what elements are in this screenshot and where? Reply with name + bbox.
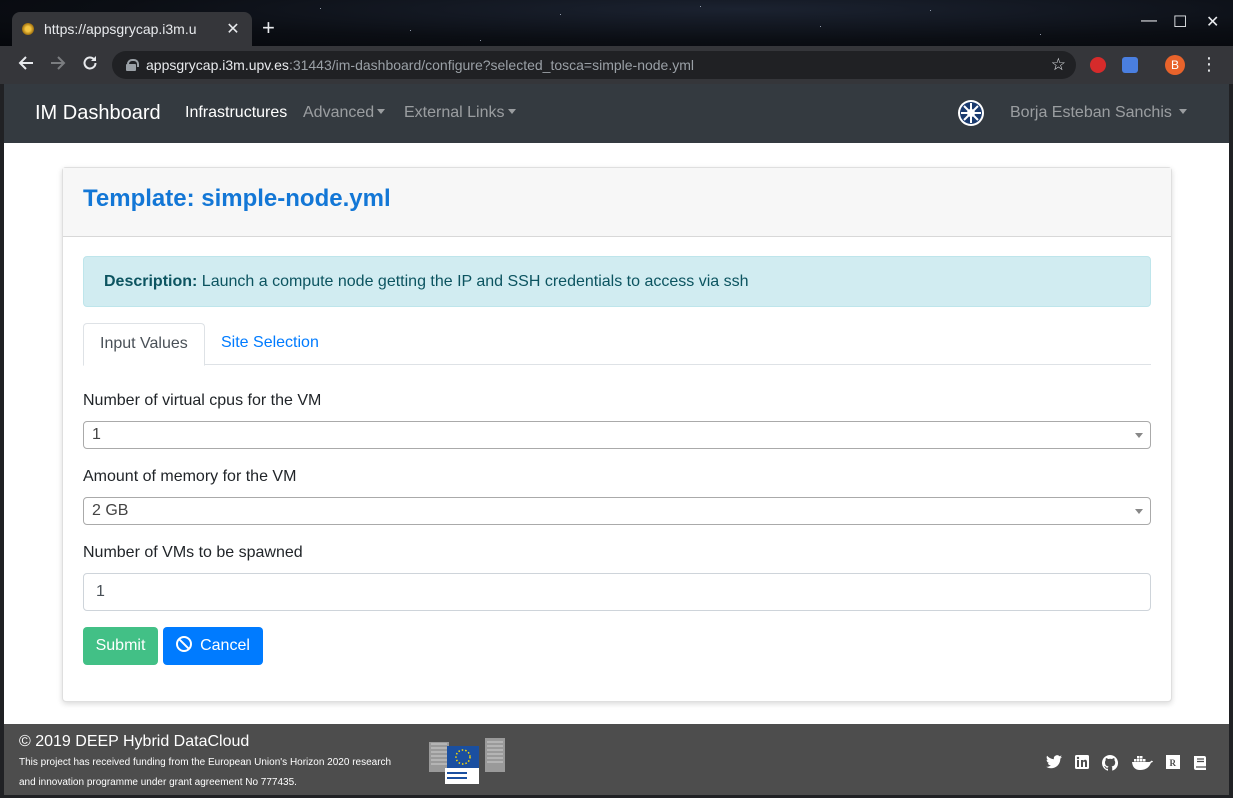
template-card: Template: simple-node.yml Description: L… bbox=[62, 167, 1172, 702]
tab-list: Input Values Site Selection bbox=[83, 323, 1151, 366]
maximize-icon[interactable]: ☐ bbox=[1173, 12, 1187, 32]
vms-count-input[interactable]: 1 bbox=[83, 573, 1151, 611]
browser-titlebar: https://appsgrycap.i3m.u ✕ + — ☐ ✕ bbox=[0, 0, 1233, 46]
caret-down-icon bbox=[507, 109, 516, 114]
background-star bbox=[930, 10, 931, 11]
url-host: appsgrycap.i3m.upv.es bbox=[146, 57, 289, 73]
book-icon[interactable] bbox=[1191, 755, 1209, 773]
caret-down-icon bbox=[377, 109, 386, 114]
app-navbar: IM Dashboard Infrastructures Advanced Ex… bbox=[4, 84, 1229, 143]
twitter-icon[interactable] bbox=[1045, 755, 1063, 773]
r-icon[interactable]: R bbox=[1164, 755, 1182, 773]
back-arrow-icon[interactable] bbox=[15, 54, 37, 76]
background-star bbox=[320, 8, 321, 9]
browser-tab[interactable]: https://appsgrycap.i3m.u ✕ bbox=[12, 12, 252, 46]
ban-icon bbox=[176, 636, 193, 652]
vms-count-label: Number of VMs to be spawned bbox=[83, 544, 303, 561]
url-path: :31443/im-dashboard/configure?selected_t… bbox=[288, 57, 695, 73]
linkedin-icon[interactable] bbox=[1073, 755, 1091, 773]
cancel-label: Cancel bbox=[200, 637, 250, 654]
brand-link[interactable]: IM Dashboard bbox=[35, 102, 161, 125]
nav-external-links-label: External Links bbox=[404, 104, 505, 121]
user-name: Borja Esteban Sanchis bbox=[1010, 104, 1172, 121]
description-text: Launch a compute node getting the IP and… bbox=[197, 273, 749, 290]
cancel-button[interactable]: Cancel bbox=[163, 627, 263, 665]
footer-funding-text: This project has received funding from t… bbox=[19, 757, 392, 788]
background-star bbox=[1040, 34, 1041, 35]
nav-advanced-label: Advanced bbox=[303, 104, 375, 121]
user-menu-dropdown[interactable]: Borja Esteban Sanchis bbox=[1010, 104, 1187, 122]
description-label: Description: bbox=[104, 273, 198, 290]
card-header: Template: simple-node.yml bbox=[63, 168, 1171, 237]
page-title: Template: simple-node.yml bbox=[83, 185, 391, 212]
profile-avatar[interactable]: B bbox=[1165, 55, 1185, 75]
tab-favicon-icon bbox=[22, 23, 34, 35]
new-tab-button[interactable]: + bbox=[262, 17, 275, 39]
docker-icon[interactable] bbox=[1130, 755, 1154, 773]
close-window-icon[interactable]: ✕ bbox=[1206, 12, 1219, 32]
dropdown-arrow-icon bbox=[1135, 509, 1143, 514]
svg-text:R: R bbox=[1170, 758, 1177, 768]
nav-external-links-dropdown[interactable]: External Links bbox=[404, 104, 516, 122]
description-alert: Description: Launch a compute node getti… bbox=[83, 256, 1151, 307]
reload-icon[interactable] bbox=[79, 54, 101, 76]
tab-title: https://appsgrycap.i3m.u bbox=[44, 21, 197, 37]
cpus-select[interactable]: 1 bbox=[83, 421, 1151, 449]
github-icon[interactable] bbox=[1101, 755, 1119, 773]
lock-icon bbox=[126, 59, 139, 71]
footer-title: © 2019 DEEP Hybrid DataCloud bbox=[19, 733, 250, 750]
background-star bbox=[480, 40, 481, 41]
bookmark-star-icon[interactable]: ☆ bbox=[1051, 55, 1066, 75]
minimize-icon[interactable]: — bbox=[1141, 12, 1157, 30]
window-border bbox=[1229, 84, 1233, 798]
dropdown-arrow-icon bbox=[1135, 433, 1143, 438]
close-tab-icon[interactable]: ✕ bbox=[224, 19, 242, 39]
caret-down-icon bbox=[1178, 109, 1187, 114]
tab-site-selection[interactable]: Site Selection bbox=[205, 323, 335, 365]
tab-input-values[interactable]: Input Values bbox=[83, 323, 205, 366]
address-bar[interactable]: appsgrycap.i3m.upv.es:31443/im-dashboard… bbox=[112, 51, 1076, 79]
background-star bbox=[700, 6, 701, 7]
european-commission-logo bbox=[427, 732, 507, 786]
forward-arrow-icon[interactable] bbox=[47, 54, 69, 76]
extension-translate-icon[interactable] bbox=[1122, 57, 1138, 73]
submit-button[interactable]: Submit bbox=[83, 627, 158, 665]
cpus-select-value: 1 bbox=[92, 426, 101, 443]
vms-count-value: 1 bbox=[96, 583, 105, 600]
background-star bbox=[820, 26, 821, 27]
background-star bbox=[560, 14, 561, 15]
extension-adblock-icon[interactable] bbox=[1090, 57, 1106, 73]
memory-label: Amount of memory for the VM bbox=[83, 468, 297, 485]
nav-advanced-dropdown[interactable]: Advanced bbox=[303, 104, 386, 122]
background-star bbox=[410, 30, 411, 31]
memory-select-value: 2 GB bbox=[92, 502, 129, 519]
memory-select[interactable]: 2 GB bbox=[83, 497, 1151, 525]
footer: © 2019 DEEP Hybrid DataCloud This projec… bbox=[4, 724, 1229, 795]
browser-toolbar: appsgrycap.i3m.upv.es:31443/im-dashboard… bbox=[0, 46, 1233, 84]
nav-infrastructures[interactable]: Infrastructures bbox=[185, 104, 287, 122]
browser-menu-icon[interactable]: ⋮ bbox=[1200, 54, 1218, 75]
deep-logo-icon bbox=[956, 98, 986, 128]
cpus-label: Number of virtual cpus for the VM bbox=[83, 392, 322, 409]
